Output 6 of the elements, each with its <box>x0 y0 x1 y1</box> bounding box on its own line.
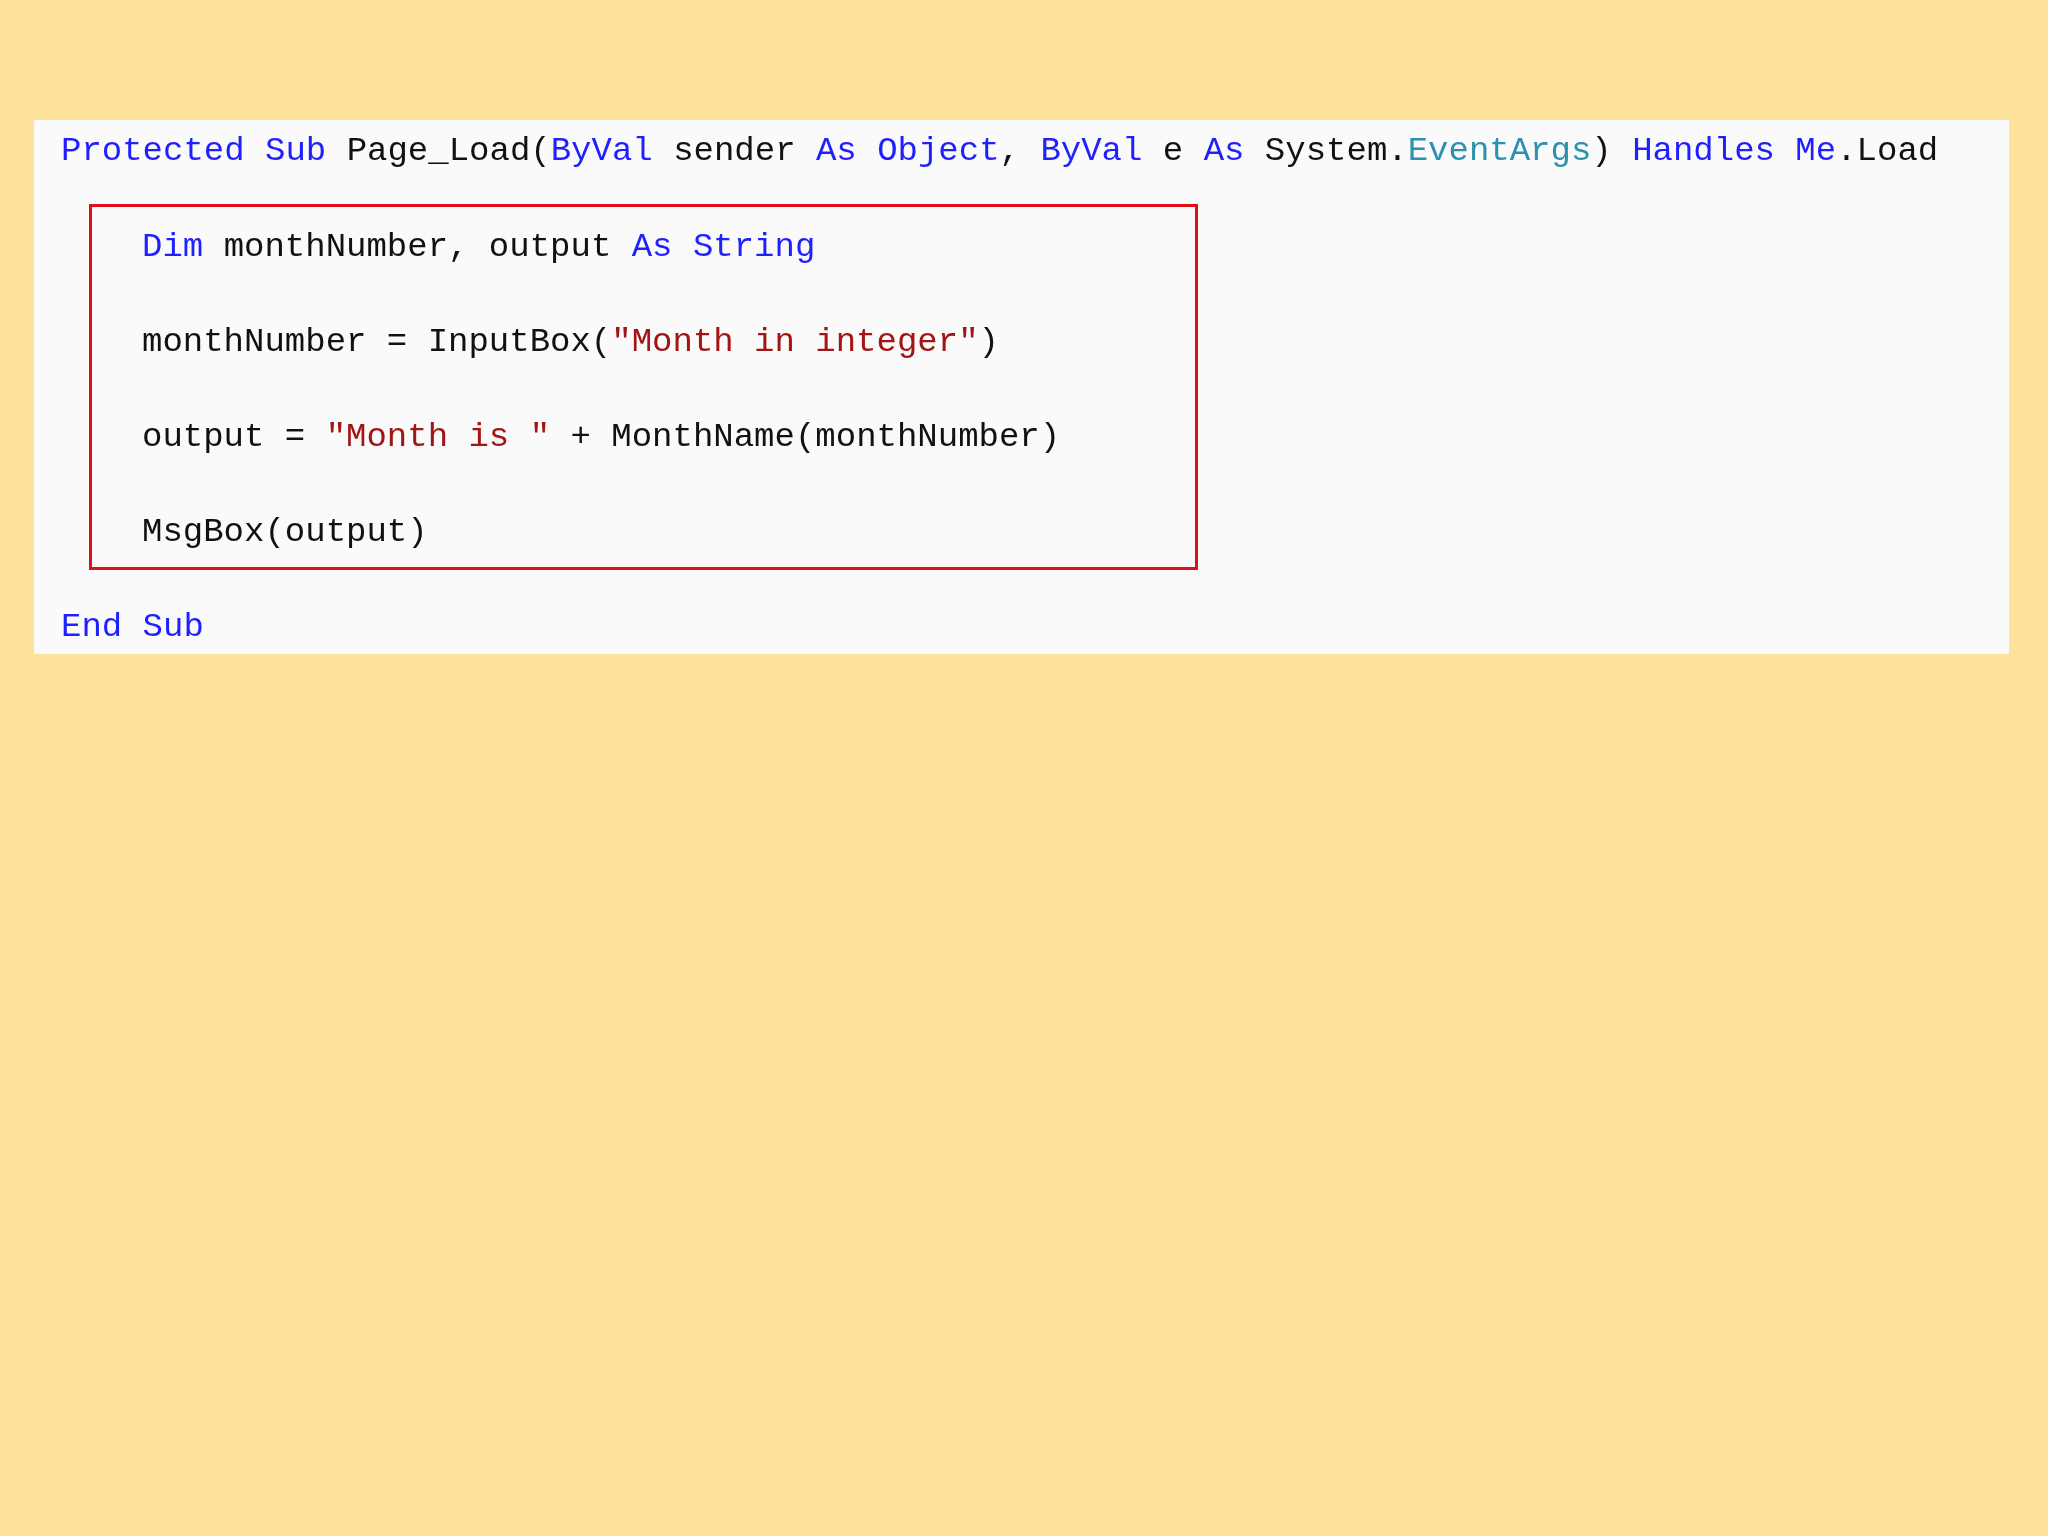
code-line: monthNumber = InputBox("Month in integer") <box>142 322 1000 363</box>
code-line: Dim monthNumber, output As String <box>142 227 817 268</box>
code-line: MsgBox(output) <box>142 512 429 553</box>
code-line: End Sub <box>61 607 205 648</box>
code-line: output = "Month is " + MonthName(monthNumber) <box>142 417 1062 458</box>
code-line: Protected Sub Page_Load(ByVal sender As Object, ByVal e As System.EventArgs) Handles Me.Load <box>61 131 1940 172</box>
